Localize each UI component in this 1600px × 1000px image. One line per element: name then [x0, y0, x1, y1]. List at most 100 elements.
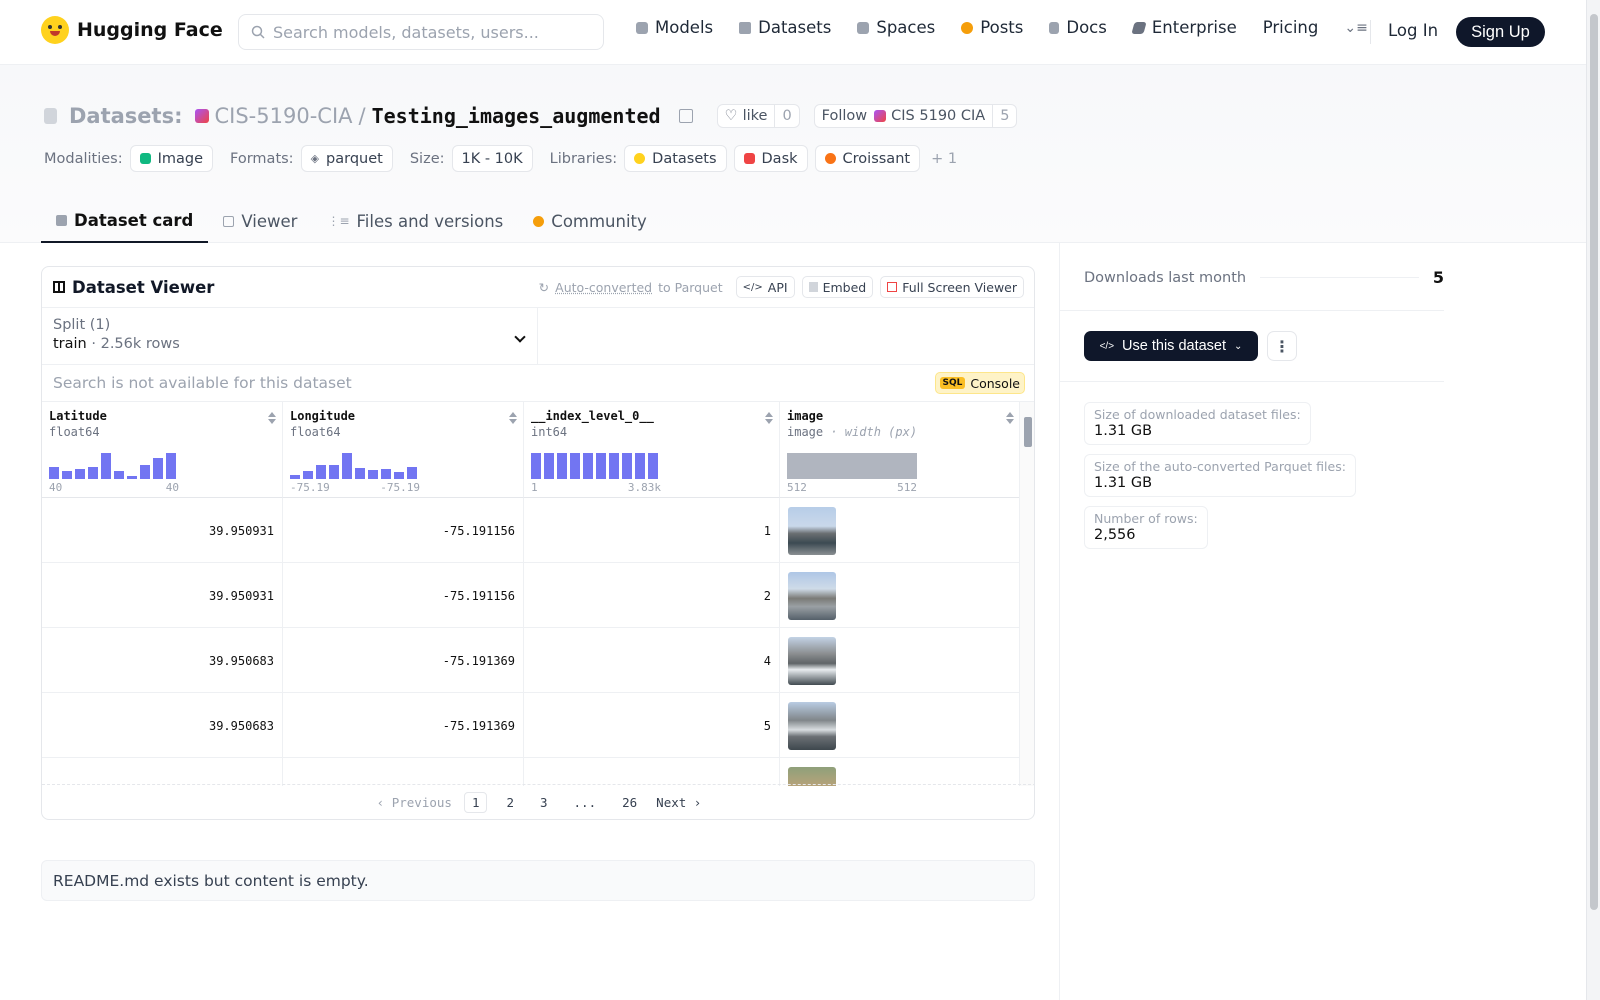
more-libraries[interactable]: + 1	[931, 151, 957, 167]
tab-community[interactable]: Community	[518, 199, 662, 243]
page-scrollbar[interactable]	[1586, 0, 1600, 1000]
histogram-bar[interactable]	[127, 476, 137, 479]
brand-logo[interactable]: Hugging Face	[41, 16, 223, 44]
tab-files[interactable]: ⋮≡ Files and versions	[312, 199, 518, 243]
table-row[interactable]	[42, 758, 1021, 786]
histogram-bar[interactable]	[290, 475, 300, 479]
tag-library-datasets[interactable]: Datasets	[624, 145, 727, 172]
cell-index[interactable]: 2	[524, 563, 780, 628]
histogram-bar[interactable]	[596, 453, 606, 479]
page-button-3[interactable]: 3	[533, 793, 555, 812]
page-button-2[interactable]: 2	[499, 793, 521, 812]
tag-modality-image[interactable]: Image	[129, 145, 214, 172]
nav-spaces[interactable]: Spaces	[857, 18, 935, 37]
column-header-longitude[interactable]: Longitude float64 -75.19 -75.19	[283, 402, 524, 498]
sql-console-button[interactable]: SQL Console	[934, 372, 1025, 394]
cell-longitude[interactable]: -75.191369	[283, 693, 524, 758]
image-thumbnail[interactable]	[788, 702, 836, 750]
histogram-bar[interactable]	[544, 453, 554, 479]
sort-icon[interactable]	[1006, 412, 1014, 424]
histogram-bar[interactable]	[62, 471, 72, 479]
tag-library-croissant[interactable]: Croissant	[814, 145, 921, 172]
image-thumbnail[interactable]	[788, 637, 836, 685]
nav-docs[interactable]: Docs	[1049, 18, 1107, 37]
cell-latitude[interactable]: 39.950683	[42, 693, 283, 758]
histogram-bar[interactable]	[622, 453, 632, 479]
histogram-bar[interactable]	[570, 453, 580, 479]
table-row[interactable]: 39.950931 -75.191156 2	[42, 563, 1021, 628]
tag-library-dask[interactable]: Dask	[733, 145, 808, 172]
org-link[interactable]: CIS-5190-CIA	[215, 104, 353, 128]
sort-icon[interactable]	[765, 412, 773, 424]
cell-longitude[interactable]: -75.191369	[283, 628, 524, 693]
column-header-latitude[interactable]: Latitude float64 40 40	[42, 402, 283, 498]
previous-page-button[interactable]: ‹ Previous	[377, 795, 452, 810]
histogram-bar[interactable]	[583, 453, 593, 479]
histogram-bar[interactable]	[648, 453, 658, 479]
sort-icon[interactable]	[268, 412, 276, 424]
histogram-bar[interactable]	[557, 453, 567, 479]
page-button-1[interactable]: 1	[463, 791, 488, 813]
sort-icon[interactable]	[509, 412, 517, 424]
histogram-bar[interactable]	[101, 453, 111, 479]
cell-longitude[interactable]: -75.191156	[283, 563, 524, 628]
cell-index[interactable]	[524, 758, 780, 786]
histogram-bar[interactable]	[303, 471, 313, 479]
histogram-bar[interactable]	[153, 458, 163, 479]
nav-more-menu[interactable]: ⌄≡	[1344, 20, 1367, 36]
histogram-bar[interactable]	[75, 469, 85, 479]
histogram-bar[interactable]	[531, 453, 541, 479]
histogram-bar[interactable]	[394, 472, 404, 479]
page-button-26[interactable]: 26	[615, 793, 644, 812]
cell-longitude[interactable]: -75.191156	[283, 498, 524, 563]
global-search[interactable]	[238, 14, 604, 50]
histogram-bar[interactable]	[49, 467, 59, 479]
scrollbar-thumb[interactable]	[1024, 417, 1032, 447]
cell-latitude[interactable]: 39.950931	[42, 498, 283, 563]
page-scrollbar-thumb[interactable]	[1590, 14, 1598, 910]
histogram-bar[interactable]	[355, 468, 365, 479]
auto-converted-link[interactable]: Auto-converted	[555, 280, 652, 295]
login-link[interactable]: Log In	[1388, 21, 1438, 40]
table-row[interactable]: 39.950931 -75.191156 1	[42, 498, 1021, 563]
copy-icon[interactable]	[678, 109, 693, 123]
histogram-bar[interactable]	[140, 465, 150, 479]
split-selector[interactable]: Split (1) train · 2.56k rows	[42, 308, 538, 364]
next-page-button[interactable]: Next ›	[656, 795, 701, 810]
histogram-bar[interactable]	[88, 467, 98, 479]
histogram-bar[interactable]	[114, 471, 124, 479]
cell-longitude[interactable]	[283, 758, 524, 786]
column-header-index[interactable]: __index_level_0__ int64 1 3.83k	[524, 402, 780, 498]
like-button[interactable]: ♡ like 0	[716, 104, 800, 128]
nav-models[interactable]: Models	[636, 18, 713, 37]
cell-index[interactable]: 1	[524, 498, 780, 563]
cell-index[interactable]: 4	[524, 628, 780, 693]
search-input[interactable]	[273, 22, 583, 42]
image-thumbnail[interactable]	[788, 507, 836, 555]
histogram-bar[interactable]	[342, 453, 352, 479]
follow-button[interactable]: Follow CIS 5190 CIA 5	[813, 104, 1018, 128]
api-button[interactable]: </> API	[735, 276, 795, 298]
tag-format-parquet[interactable]: ◈ parquet	[300, 145, 393, 172]
nav-enterprise[interactable]: Enterprise	[1131, 18, 1237, 37]
tab-viewer[interactable]: Viewer	[208, 199, 312, 243]
table-row[interactable]: 39.950683 -75.191369 5	[42, 693, 1021, 758]
dataset-name[interactable]: Testing_images_augmented	[372, 104, 661, 128]
histogram-bar[interactable]	[368, 470, 378, 479]
histogram-bar[interactable]	[316, 465, 326, 479]
nav-datasets[interactable]: Datasets	[739, 18, 831, 37]
histogram-bar[interactable]	[166, 453, 176, 479]
histogram-bar[interactable]	[787, 453, 917, 479]
fullscreen-viewer-button[interactable]: Full Screen Viewer	[880, 276, 1024, 298]
histogram-bar[interactable]	[381, 469, 391, 479]
cell-index[interactable]: 5	[524, 693, 780, 758]
table-scrollbar[interactable]	[1019, 402, 1034, 786]
column-header-image[interactable]: image image · width (px) 512 512	[780, 402, 1021, 498]
image-thumbnail[interactable]	[788, 572, 836, 620]
histogram-bar[interactable]	[329, 465, 339, 479]
cell-latitude[interactable]	[42, 758, 283, 786]
histogram-bar[interactable]	[609, 453, 619, 479]
nav-posts[interactable]: Posts	[961, 18, 1023, 37]
use-this-dataset-button[interactable]: </> Use this dataset ⌄	[1084, 331, 1258, 361]
histogram-bar[interactable]	[635, 453, 645, 479]
